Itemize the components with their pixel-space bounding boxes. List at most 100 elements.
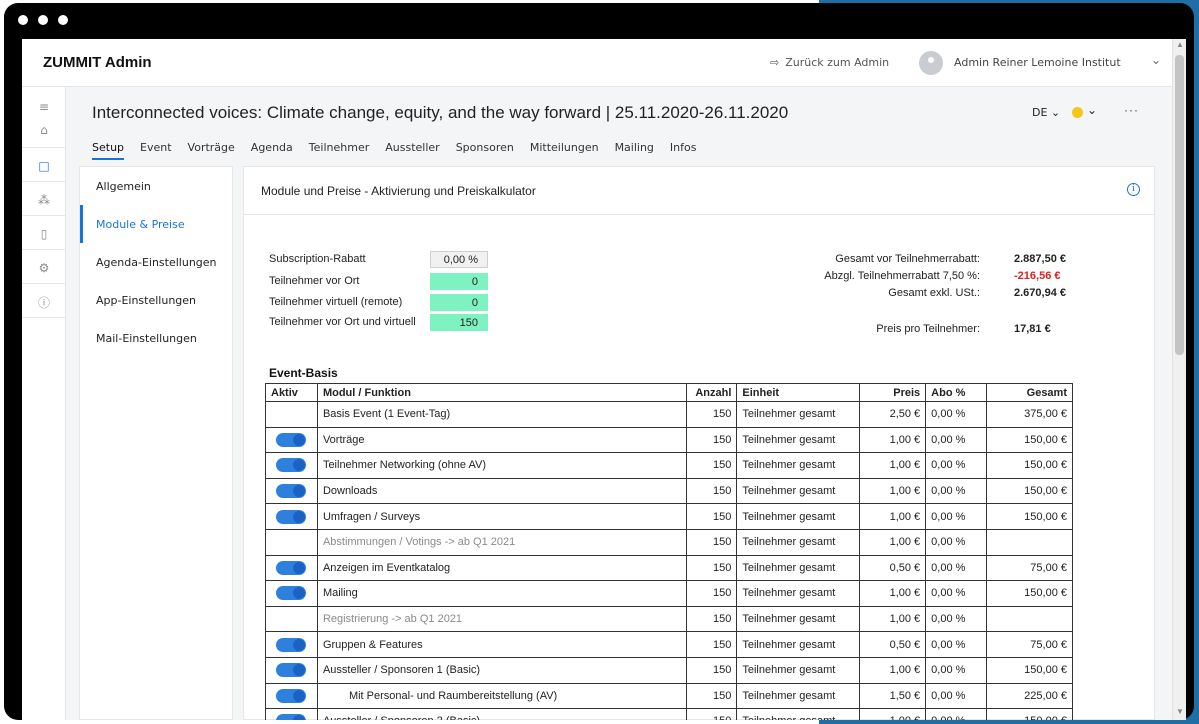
- module-count: 150: [686, 682, 738, 710]
- module-total: 150,00 €: [986, 656, 1073, 684]
- minimize-window-dot[interactable]: [38, 15, 48, 25]
- teilnehmer-virtuell-field[interactable]: 0: [430, 294, 488, 311]
- active-toggle[interactable]: [276, 458, 307, 473]
- module-name: Abstimmungen / Votings -> ab Q1 2021: [316, 528, 688, 556]
- rail-divider: [22, 215, 66, 216]
- subnav-item-app-einstellungen[interactable]: App-Einstellungen: [80, 281, 232, 319]
- module-name: Aussteller / Sponsoren 1 (Basic): [316, 656, 688, 684]
- active-toggle[interactable]: [276, 688, 307, 703]
- close-window-dot[interactable]: [18, 15, 28, 25]
- active-toggle[interactable]: [276, 509, 307, 524]
- subnav-item-allgemein[interactable]: Allgemein: [80, 167, 232, 205]
- module-unit: Teilnehmer gesamt: [736, 401, 861, 428]
- summary-label-gesamt-exkl-ust: Gesamt exkl. USt.:: [888, 287, 980, 299]
- status-indicator[interactable]: [1072, 107, 1083, 118]
- info-icon[interactable]: ⓘ: [22, 291, 66, 313]
- home-icon[interactable]: ⌂: [22, 119, 66, 141]
- active-toggle-cell: [265, 656, 318, 684]
- active-toggle[interactable]: [276, 663, 307, 678]
- tab-infos[interactable]: Infos: [670, 141, 697, 160]
- vertical-scrollbar[interactable]: ▲ ▼: [1172, 39, 1186, 720]
- maximize-window-dot[interactable]: [58, 15, 68, 25]
- active-toggle-cell: [265, 708, 318, 720]
- calendar-icon[interactable]: □: [22, 155, 66, 177]
- active-toggle-cell: [265, 503, 318, 530]
- module-name: Basis Event (1 Event-Tag): [316, 401, 688, 428]
- module-price: 1,00 €: [859, 656, 927, 684]
- module-total: 150,00 €: [986, 452, 1073, 479]
- user-menu-label[interactable]: Admin Reiner Lemoine Institut: [954, 56, 1121, 69]
- info-icon[interactable]: i: [1127, 183, 1140, 196]
- table-row: Abstimmungen / Votings -> ab Q1 2021 150 T…: [265, 528, 1073, 556]
- subnav-item-agenda-einstellungen[interactable]: Agenda-Einstellungen: [80, 243, 232, 281]
- module-abo: 0,00 %: [925, 528, 988, 556]
- table-row: Registrierung -> ab Q1 2021 150 Teilnehmer…: [265, 605, 1073, 633]
- tab-vortraege[interactable]: Vorträge: [188, 141, 235, 160]
- module-count: 150: [686, 605, 738, 633]
- module-total: 150,00 €: [986, 708, 1073, 720]
- active-toggle[interactable]: [276, 484, 307, 499]
- active-toggle[interactable]: [276, 560, 307, 575]
- module-unit: Teilnehmer gesamt: [736, 452, 861, 479]
- subnav-item-module-preise[interactable]: Module & Preise: [80, 205, 232, 243]
- active-toggle-cell: [265, 528, 318, 556]
- rail-divider: [22, 317, 66, 318]
- clipboard-icon[interactable]: ▯: [22, 223, 66, 245]
- scroll-up-icon[interactable]: ▲: [1176, 40, 1184, 49]
- active-toggle-cell: [265, 682, 318, 710]
- tab-mailing[interactable]: Mailing: [615, 141, 654, 160]
- summary-value-teilnehmerrabatt: -216,56 €: [1014, 270, 1061, 282]
- module-count: 150: [686, 426, 738, 454]
- top-bar: ZUMMIT Admin ⇨ Zurück zum Admin Admin Re…: [22, 39, 1172, 87]
- teilnehmer-vor-ort-label: Teilnehmer vor Ort: [269, 275, 360, 287]
- table-row: Gruppen & Features 150 Teilnehmer gesamt 0,…: [265, 631, 1073, 658]
- module-total: 225,00 €: [986, 682, 1073, 710]
- table-row: Downloads 150 Teilnehmer gesamt 1,00 €0,00 …: [265, 477, 1073, 505]
- module-unit: Teilnehmer gesamt: [736, 605, 861, 633]
- teilnehmer-vor-ort-field[interactable]: 0: [430, 273, 488, 290]
- module-price: 1,00 €: [859, 708, 927, 720]
- module-price: 1,00 €: [859, 426, 927, 454]
- active-toggle-cell: [265, 426, 318, 454]
- summary-label-preis-pro-teilnehmer: Preis pro Teilnehmer:: [876, 323, 980, 335]
- module-unit: Teilnehmer gesamt: [736, 477, 861, 505]
- summary-label-gesamt-vor-rabatt: Gesamt vor Teilnehmerrabatt:: [835, 253, 980, 265]
- tab-aussteller[interactable]: Aussteller: [385, 141, 439, 160]
- tab-setup[interactable]: Setup: [92, 141, 125, 160]
- active-toggle[interactable]: [276, 714, 307, 720]
- active-toggle[interactable]: [276, 432, 307, 447]
- chevron-down-icon[interactable]: ⌄: [1151, 53, 1161, 67]
- module-count: 150: [686, 452, 738, 479]
- module-unit: Teilnehmer gesamt: [736, 426, 861, 454]
- teilnehmer-gesamt-field[interactable]: 150: [430, 314, 488, 331]
- language-select[interactable]: DE ⌄: [1032, 106, 1060, 119]
- column-header-preis: Preis: [859, 383, 927, 402]
- tab-teilnehmer[interactable]: Teilnehmer: [309, 141, 369, 160]
- scroll-down-icon[interactable]: ▼: [1176, 707, 1184, 716]
- subscription-rabatt-field[interactable]: 0,00 %: [430, 251, 488, 268]
- scrollbar-thumb[interactable]: [1175, 55, 1184, 355]
- module-abo: 0,00 %: [925, 631, 988, 658]
- subnav-item-mail-einstellungen[interactable]: Mail-Einstellungen: [80, 319, 232, 357]
- module-count: 150: [686, 554, 738, 582]
- tab-mitteilungen[interactable]: Mitteilungen: [530, 141, 599, 160]
- avatar[interactable]: [919, 51, 943, 75]
- active-toggle[interactable]: [276, 586, 307, 601]
- summary-value-gesamt-vor-rabatt: 2.887,50 €: [1014, 253, 1066, 265]
- more-options-icon[interactable]: ···: [1124, 103, 1139, 117]
- broadcast-icon[interactable]: ⁂: [22, 189, 66, 211]
- chevron-down-icon[interactable]: ⌄: [1087, 103, 1097, 117]
- module-unit: Teilnehmer gesamt: [736, 631, 861, 658]
- gear-icon[interactable]: ⚙: [22, 257, 66, 279]
- tab-agenda[interactable]: Agenda: [251, 141, 293, 160]
- tab-sponsoren[interactable]: Sponsoren: [456, 141, 514, 160]
- menu-icon[interactable]: ≡: [22, 96, 66, 118]
- active-toggle[interactable]: [276, 637, 307, 652]
- table-row: Mit Personal- und Raumbereitstellung (AV…: [265, 682, 1073, 710]
- app-title: ZUMMIT Admin: [43, 54, 152, 71]
- column-header-modul: Modul / Funktion: [316, 383, 688, 402]
- tab-event[interactable]: Event: [140, 141, 172, 160]
- back-to-admin-label: Zurück zum Admin: [785, 56, 890, 69]
- back-to-admin-link[interactable]: ⇨ Zurück zum Admin: [770, 56, 889, 69]
- module-name: Gruppen & Features: [316, 631, 688, 658]
